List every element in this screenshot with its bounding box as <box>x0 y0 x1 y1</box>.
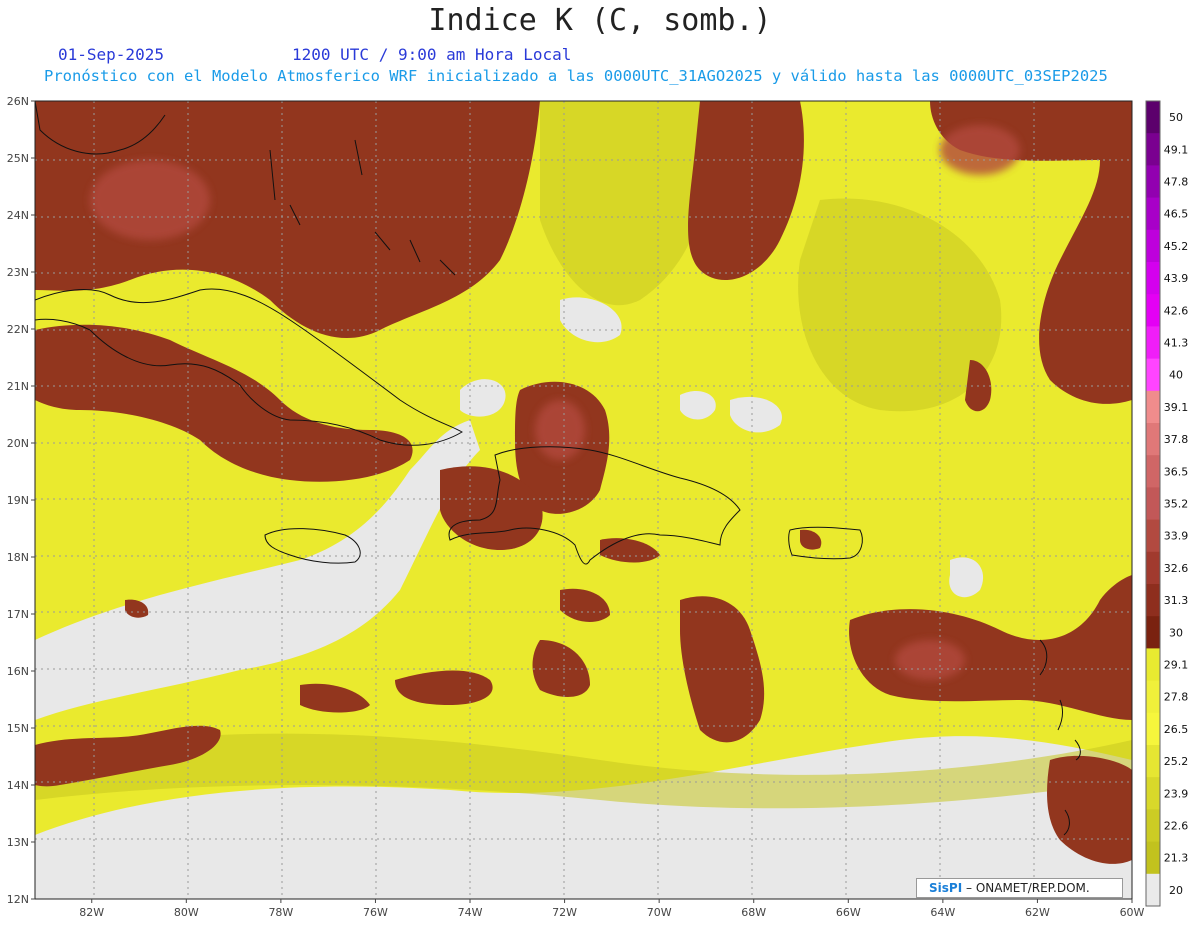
colorbar-swatch <box>1146 809 1160 843</box>
credit-brand: SisPI <box>929 881 963 895</box>
lat-label: 22N <box>7 323 29 336</box>
colorbar-label: 40 <box>1169 369 1183 382</box>
lat-label: 18N <box>7 551 29 564</box>
k-index-map: 26N 25N 24N 23N 22N 21N 20N 19N 18N 17N 16N 15N 14N 1… <box>7 95 1189 919</box>
lon-label: 74W <box>458 906 483 919</box>
colorbar-label: 46.5 <box>1164 208 1189 221</box>
colorbar-swatch <box>1146 197 1160 231</box>
colorbar-label: 29.1 <box>1164 659 1189 672</box>
lon-label: 76W <box>363 906 388 919</box>
colorbar-swatch <box>1146 229 1160 263</box>
colorbar-label: 43.9 <box>1164 272 1189 285</box>
colorbar-swatch <box>1146 745 1160 778</box>
credit-box: SisPI – ONAMET/REP.DOM. <box>916 878 1123 898</box>
colorbar-swatch <box>1146 584 1160 617</box>
colorbar-swatch <box>1146 262 1160 295</box>
colorbar-label: 23.9 <box>1164 787 1189 800</box>
colorbar-label: 39.1 <box>1164 401 1189 414</box>
lon-label: 60W <box>1120 906 1145 919</box>
lon-label: 62W <box>1025 906 1050 919</box>
lat-label: 21N <box>7 380 29 393</box>
lat-label: 26N <box>7 95 29 108</box>
latitude-labels: 26N 25N 24N 23N 22N 21N 20N 19N 18N 17N 16N 15N 14N 1… <box>7 95 35 906</box>
lon-label: 82W <box>79 906 104 919</box>
colorbar-swatch <box>1146 423 1160 456</box>
colorbar-swatch <box>1146 519 1160 553</box>
lon-label: 66W <box>836 906 861 919</box>
colorbar-swatch <box>1146 616 1160 649</box>
credit-org: – ONAMET/REP.DOM. <box>966 881 1090 895</box>
colorbar-label: 41.3 <box>1164 337 1189 350</box>
colorbar-swatch <box>1146 101 1160 134</box>
lat-label: 25N <box>7 152 29 165</box>
colorbar-swatch <box>1146 841 1160 875</box>
map-fields <box>35 101 1132 899</box>
colorbar-label: 42.6 <box>1164 304 1189 317</box>
colorbar-swatch <box>1146 712 1160 746</box>
colorbar-label: 22.6 <box>1164 820 1189 833</box>
colorbar-label: 36.5 <box>1164 465 1189 478</box>
lon-label: 80W <box>174 906 199 919</box>
lon-label: 64W <box>930 906 955 919</box>
colorbar-swatch <box>1146 680 1160 714</box>
colorbar-label: 32.6 <box>1164 562 1189 575</box>
colorbar-swatch <box>1146 551 1160 585</box>
colorbar-label: 30 <box>1169 626 1183 639</box>
lat-label: 20N <box>7 437 29 450</box>
lat-label: 23N <box>7 266 29 279</box>
lat-label: 14N <box>7 779 29 792</box>
lon-label: 70W <box>647 906 672 919</box>
colorbar-label: 25.2 <box>1164 755 1189 768</box>
colorbar-swatch <box>1146 390 1160 424</box>
colorbar-swatch <box>1146 873 1160 907</box>
colorbar-label: 49.1 <box>1164 143 1189 156</box>
colorbar-label: 37.8 <box>1164 433 1189 446</box>
lon-label: 72W <box>552 906 577 919</box>
colorbar-swatch <box>1146 133 1160 166</box>
colorbar-label: 31.3 <box>1164 594 1189 607</box>
colorbar-swatch <box>1146 777 1160 810</box>
colorbar-swatch <box>1146 358 1160 392</box>
colorbar-label: 33.9 <box>1164 530 1189 543</box>
colorbar-label: 21.3 <box>1164 852 1189 865</box>
lat-label: 24N <box>7 209 29 222</box>
lat-label: 15N <box>7 722 29 735</box>
lat-label: 19N <box>7 494 29 507</box>
lat-label: 12N <box>7 893 29 906</box>
colorbar-label: 47.8 <box>1164 176 1189 189</box>
colorbar-label: 26.5 <box>1164 723 1189 736</box>
colorbar-label: 35.2 <box>1164 498 1189 511</box>
lon-label: 78W <box>268 906 293 919</box>
colorbar-swatch <box>1146 487 1160 521</box>
colorbar-swatch <box>1146 165 1160 199</box>
lat-label: 13N <box>7 836 29 849</box>
colorbar-label: 45.2 <box>1164 240 1189 253</box>
colorbar-label: 27.8 <box>1164 691 1189 704</box>
colorbar-swatch <box>1146 294 1160 327</box>
colorbar-swatch <box>1146 326 1160 360</box>
lon-label: 68W <box>741 906 766 919</box>
colorbar: 50 49.1 47.8 46.5 45.2 43.9 42.6 41.3 40 39.1 37.8… <box>1145 100 1189 907</box>
lat-label: 17N <box>7 608 29 621</box>
lat-label: 16N <box>7 665 29 678</box>
colorbar-swatch <box>1146 648 1160 682</box>
colorbar-label: 50 <box>1169 111 1183 124</box>
colorbar-swatch <box>1146 455 1160 488</box>
colorbar-label: 20 <box>1169 884 1183 897</box>
longitude-labels: 82W 80W 78W 76W 74W 72W 70W 68W 66W 64W 62W 60W <box>79 899 1145 919</box>
